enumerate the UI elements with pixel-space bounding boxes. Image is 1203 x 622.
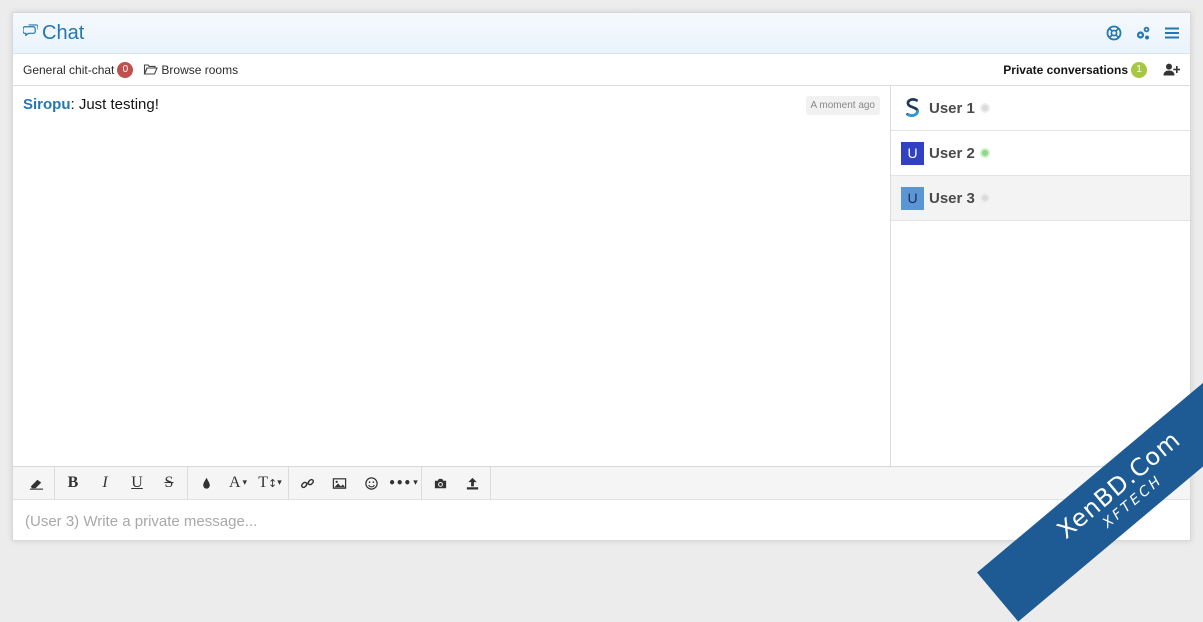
user-name: User 2: [929, 144, 975, 162]
user-name: User 1: [929, 99, 975, 117]
status-indicator: [979, 148, 990, 158]
message-input[interactable]: [23, 511, 1180, 531]
avatar: U: [901, 186, 924, 210]
folder-open-icon: [143, 63, 159, 76]
toolbar-group-text: B I U S: [55, 466, 188, 500]
user-name: User 3: [929, 189, 975, 207]
conversation-list: User 1 U User 2 U User 3: [891, 86, 1190, 466]
menu-icon[interactable]: [1164, 25, 1180, 41]
message-content: Siropu: Just testing!: [23, 96, 159, 115]
toolbar-group-media: [422, 466, 491, 500]
font-label: A: [228, 474, 241, 491]
header-tools: [1106, 25, 1180, 41]
chat-tabs: General chit-chat 0 Browse rooms Private…: [13, 54, 1190, 86]
chat-body: Siropu: Just testing! A moment ago User …: [13, 86, 1190, 467]
upload-icon: [466, 477, 478, 489]
italic-button[interactable]: I: [89, 467, 121, 500]
smiley-icon: [364, 476, 378, 490]
page-title: Chat: [42, 21, 85, 44]
conversation-item-user-1[interactable]: User 1: [891, 86, 1190, 131]
tabs-right: Private conversations 1: [1003, 61, 1180, 78]
underline-button[interactable]: U: [121, 467, 153, 500]
ellipsis-icon: •••: [388, 476, 412, 490]
unread-badge: 0: [117, 61, 134, 78]
chat-window: Chat General chit-chat 0 Browse rooms Pr…: [12, 12, 1191, 541]
camera-button[interactable]: [424, 467, 456, 500]
tab-label: Private conversations: [1003, 62, 1128, 77]
toolbar-group-insert: ••• ▾: [289, 466, 422, 500]
caret-down-icon: ▾: [413, 478, 418, 488]
size-arrows-icon: ↕: [268, 476, 278, 490]
image-icon: [332, 477, 346, 489]
strikethrough-button[interactable]: S: [153, 467, 185, 500]
help-icon[interactable]: [1106, 25, 1122, 41]
font-size-button[interactable]: T ↕ ▾: [254, 467, 286, 500]
message-author[interactable]: Siropu: [23, 96, 71, 113]
message-text: : Just testing!: [70, 96, 159, 113]
upload-button[interactable]: [456, 467, 488, 500]
message-item: Siropu: Just testing! A moment ago: [13, 86, 890, 115]
eraser-icon: [29, 479, 43, 490]
editor-toolbar: B I U S A ▾ T ↕ ▾ ••• ▾: [13, 466, 1190, 500]
tab-general-chit-chat[interactable]: General chit-chat 0: [23, 61, 134, 78]
size-label: T: [258, 474, 269, 491]
link-icon: [300, 478, 314, 488]
settings-icon[interactable]: [1135, 25, 1151, 41]
conversation-item-user-2[interactable]: U User 2: [891, 131, 1190, 176]
more-options-button[interactable]: ••• ▾: [387, 467, 419, 500]
avatar: U: [901, 141, 924, 165]
avatar: [901, 97, 924, 120]
tabs-left: General chit-chat 0 Browse rooms: [23, 61, 238, 78]
chat-bubble-icon: [22, 23, 39, 43]
title-wrap: Chat: [22, 21, 85, 45]
status-indicator: [979, 103, 990, 113]
toolbar-group-clear: [18, 466, 55, 500]
droplet-icon: [202, 477, 210, 489]
conversation-item-user-3[interactable]: U User 3: [891, 176, 1190, 221]
add-user-icon[interactable]: [1163, 63, 1180, 76]
tab-browse-rooms[interactable]: Browse rooms: [143, 63, 238, 77]
tab-private-conversations[interactable]: Private conversations 1: [1003, 61, 1147, 78]
remove-format-button[interactable]: [20, 467, 52, 500]
tab-label: Browse rooms: [161, 62, 239, 77]
message-list: Siropu: Just testing! A moment ago: [13, 86, 891, 466]
emoji-button[interactable]: [355, 467, 387, 500]
caret-down-icon: ▾: [277, 478, 282, 488]
chat-header: Chat: [13, 13, 1190, 54]
message-editor[interactable]: [13, 500, 1190, 542]
caret-down-icon: ▾: [242, 478, 248, 488]
status-indicator: [979, 193, 990, 203]
link-button[interactable]: [291, 467, 323, 500]
message-timestamp: A moment ago: [805, 96, 880, 115]
color-button[interactable]: [190, 467, 222, 500]
image-button[interactable]: [323, 467, 355, 500]
bold-button[interactable]: B: [57, 467, 89, 500]
unread-badge: 1: [1131, 61, 1147, 78]
font-family-button[interactable]: A ▾: [222, 467, 254, 500]
tab-label: General chit-chat: [23, 62, 115, 77]
toolbar-group-style: A ▾ T ↕ ▾: [188, 466, 289, 500]
camera-icon: [434, 478, 446, 488]
